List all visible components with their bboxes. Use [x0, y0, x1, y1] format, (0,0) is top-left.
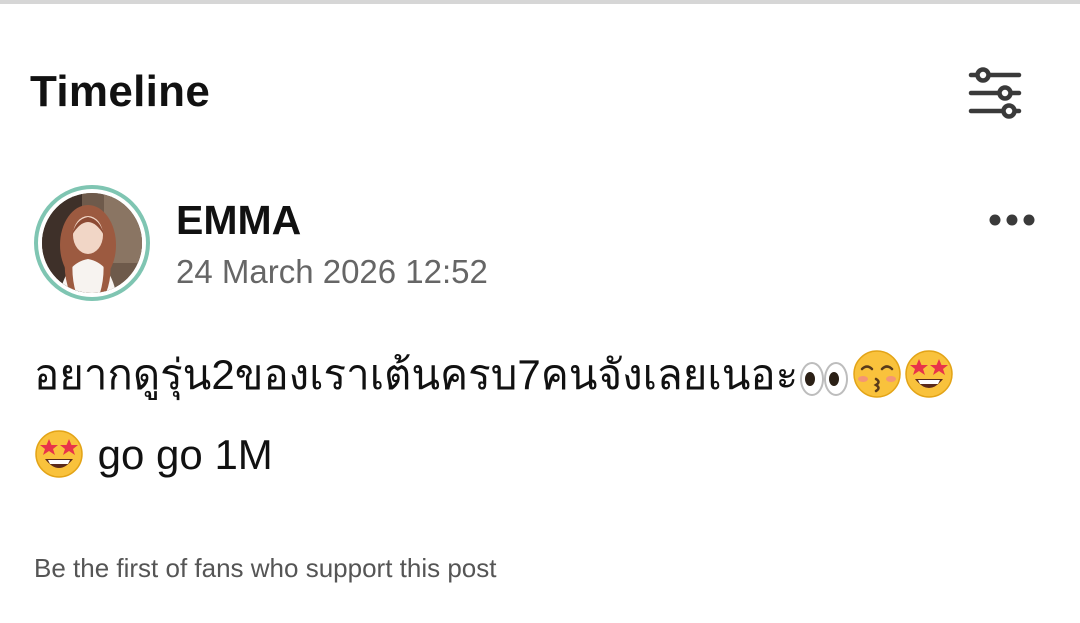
more-horizontal-icon — [989, 214, 1035, 226]
timeline-post: EMMA 24 March 2026 12:52 อยากดูรุ่น2ของเ… — [0, 180, 1080, 620]
avatar-photo — [42, 193, 142, 293]
support-prompt[interactable]: Be the first of fans who support this po… — [34, 552, 496, 584]
kissing-face-emoji — [852, 349, 902, 420]
post-body: อยากดูรุ่น2ของเราเต้นครบ7คนจังเลยเนอะ go… — [34, 340, 1054, 500]
post-body-text-1: อยากดูรุ่น2ของเราเต้นครบ7คนจังเลยเนอะ — [34, 351, 799, 398]
star-struck-emoji — [34, 429, 84, 500]
author-name[interactable]: EMMA — [176, 197, 301, 243]
avatar-image — [42, 193, 142, 293]
post-body-line-2: go go 1M — [34, 420, 1054, 500]
post-body-text-2: go go 1M — [86, 431, 273, 478]
post-timestamp: 24 March 2026 12:52 — [176, 253, 488, 290]
more-options-button[interactable] — [982, 200, 1042, 240]
star-struck-emoji — [904, 349, 954, 420]
filter-button[interactable] — [960, 58, 1030, 128]
sliders-icon — [968, 67, 1022, 119]
avatar[interactable] — [34, 185, 150, 301]
page-title: Timeline — [30, 67, 211, 116]
eyes-emoji — [798, 350, 850, 420]
timeline-header: Timeline — [0, 4, 1080, 154]
